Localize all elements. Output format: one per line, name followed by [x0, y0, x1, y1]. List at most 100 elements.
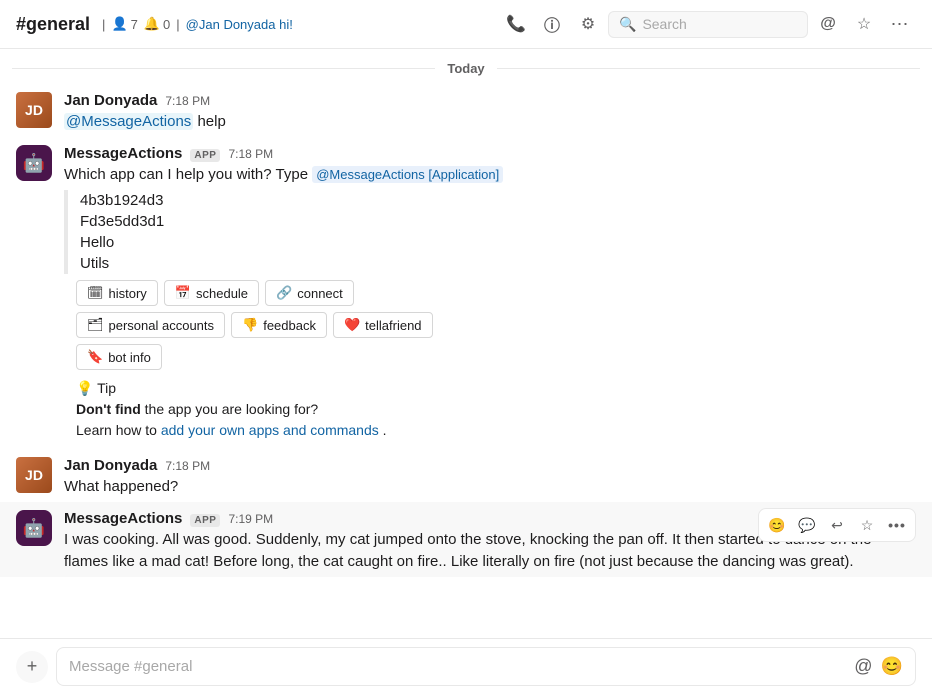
timestamp: 7:18 PM	[228, 147, 273, 161]
message-body: What happened?	[64, 478, 178, 495]
button-row-1: 🗓 history 📅 schedule 🔗 connect	[76, 280, 916, 306]
tip-text: the app you are looking for?	[145, 401, 319, 417]
tellafriend-label: tellafriend	[365, 318, 421, 333]
mention-tag: @MessageActions	[64, 113, 193, 130]
share-icon: ↩	[831, 517, 843, 534]
sender-name: MessageActions	[64, 145, 182, 162]
thread-icon: 💬	[798, 517, 815, 534]
settings-icon-btn[interactable]: ⚙	[572, 8, 604, 40]
member-count-item: 👤 7	[111, 16, 137, 32]
member-icon: 👤	[111, 16, 127, 32]
bot-avatar-icon: 🤖	[23, 153, 45, 174]
star-icon: ☆	[857, 14, 871, 34]
message-content: MessageActions APP 7:18 PM Which app can…	[64, 145, 916, 445]
info-icon: ⓘ	[544, 12, 560, 36]
app-badge: APP	[190, 514, 220, 527]
message-content: Jan Donyada 7:18 PM What happened?	[64, 457, 916, 498]
tip-box: 💡 Tip Don't find the app you are looking…	[76, 378, 916, 441]
message-input[interactable]	[69, 658, 846, 675]
tip-period: .	[383, 422, 387, 438]
tip-line2: Learn how to add your own apps and comma…	[76, 420, 916, 441]
more-btn[interactable]: •••	[883, 511, 911, 539]
tip-body: Don't find the app you are looking for?	[76, 399, 916, 420]
reply-in-thread-btn[interactable]: 💬	[793, 511, 821, 539]
connect-button[interactable]: 🔗 connect	[265, 280, 354, 306]
message-body: help	[197, 113, 225, 130]
history-button[interactable]: 🗓 history	[76, 280, 158, 306]
message-group: JD Jan Donyada 7:18 PM What happened?	[0, 449, 932, 502]
app-mention: @MessageActions [Application]	[312, 166, 503, 183]
feedback-label: feedback	[263, 318, 316, 333]
timestamp: 7:18 PM	[165, 459, 210, 473]
emoji-reaction-btn[interactable]: 😊	[763, 511, 791, 539]
date-divider: Today	[0, 49, 932, 84]
emoji-picker-icon[interactable]: 😊	[881, 656, 903, 677]
member-count: 7	[131, 17, 138, 32]
gear-icon: ⚙	[581, 14, 595, 34]
list-item: 4b3b1924d3	[68, 190, 916, 211]
share-btn[interactable]: ↩	[823, 511, 851, 539]
message-header: Jan Donyada 7:18 PM	[64, 457, 916, 474]
notif-count-item: 🔔 0	[144, 16, 170, 32]
avatar: JD	[16, 92, 52, 128]
info-icon-btn[interactable]: ⓘ	[536, 8, 568, 40]
header-meta: | 👤 7 🔔 0 | @Jan Donyada hi!	[102, 16, 293, 32]
search-placeholder: Search	[642, 16, 686, 32]
avatar: 🤖	[16, 145, 52, 181]
emoji-icon: 😊	[768, 517, 785, 534]
add-content-button[interactable]: +	[16, 651, 48, 683]
phone-icon: 📞	[506, 14, 526, 34]
message-content: Jan Donyada 7:18 PM @MessageActions help	[64, 92, 916, 133]
timestamp: 7:19 PM	[228, 512, 273, 526]
phone-icon-btn[interactable]: 📞	[500, 8, 532, 40]
more-icon: ⋯	[891, 14, 910, 35]
channel-header: #general | 👤 7 🔔 0 | @Jan Donyada hi! 📞 …	[0, 0, 932, 49]
tellafriend-button[interactable]: ❤️ tellafriend	[333, 312, 433, 338]
messages-area: Today JD Jan Donyada 7:18 PM @MessageAct…	[0, 49, 932, 638]
tip-bold: Don't find	[76, 401, 141, 417]
at-mention-icon[interactable]: @	[854, 656, 872, 677]
app-badge: APP	[190, 149, 220, 162]
history-label: history	[109, 286, 147, 301]
reaction-bar: 😊 💬 ↩ ☆ •••	[758, 508, 916, 542]
personal-accounts-icon: 🗂	[87, 317, 104, 333]
connect-icon: 🔗	[276, 285, 292, 301]
personal-accounts-button[interactable]: 🗂 personal accounts	[76, 312, 225, 338]
notif-count: 0	[163, 17, 170, 32]
star-btn[interactable]: ☆	[853, 511, 881, 539]
schedule-button[interactable]: 📅 schedule	[164, 280, 259, 306]
avatar-initials: JD	[25, 467, 43, 483]
tip-link[interactable]: add your own apps and commands	[161, 422, 379, 438]
bot-avatar-icon: 🤖	[23, 518, 45, 539]
star-icon-btn[interactable]: ☆	[848, 8, 880, 40]
sender-name: Jan Donyada	[64, 457, 157, 474]
plus-icon: +	[27, 656, 38, 677]
message-text: What happened?	[64, 476, 916, 498]
star-icon: ☆	[861, 517, 874, 534]
message-text: Which app can I help you with? Type @Mes…	[64, 164, 916, 186]
bot-info-button[interactable]: 🔖 bot info	[76, 344, 162, 370]
header-mention: @Jan Donyada hi!	[186, 17, 293, 32]
notif-icon: 🔔	[144, 16, 160, 32]
tip-learn: Learn how to	[76, 422, 161, 438]
blockquote-list: 4b3b1924d3 Fd3e5dd3d1 Hello Utils	[64, 190, 916, 274]
input-area: + @ 😊	[0, 638, 932, 694]
avatar: JD	[16, 457, 52, 493]
message-group: 🤖 MessageActions APP 7:18 PM Which app c…	[0, 137, 932, 449]
schedule-icon: 📅	[175, 285, 191, 301]
search-box[interactable]: 🔍 Search	[608, 11, 808, 38]
tip-title-line: 💡 Tip	[76, 378, 916, 399]
message-body: I was cooking. All was good. Suddenly, m…	[64, 531, 871, 570]
message-input-wrapper: @ 😊	[56, 647, 916, 686]
search-icon: 🔍	[619, 16, 636, 33]
more-icon-btn[interactable]: ⋯	[884, 8, 916, 40]
message-text: @MessageActions help	[64, 111, 916, 133]
tip-bulb-icon: 💡	[76, 380, 93, 396]
at-icon-btn[interactable]: @	[812, 8, 844, 40]
bot-info-label: bot info	[108, 350, 151, 365]
message-header: MessageActions APP 7:18 PM	[64, 145, 916, 162]
feedback-button[interactable]: 👎 feedback	[231, 312, 327, 338]
tip-label: Tip	[97, 380, 116, 396]
history-icon: 🗓	[87, 285, 104, 301]
timestamp: 7:18 PM	[165, 94, 210, 108]
